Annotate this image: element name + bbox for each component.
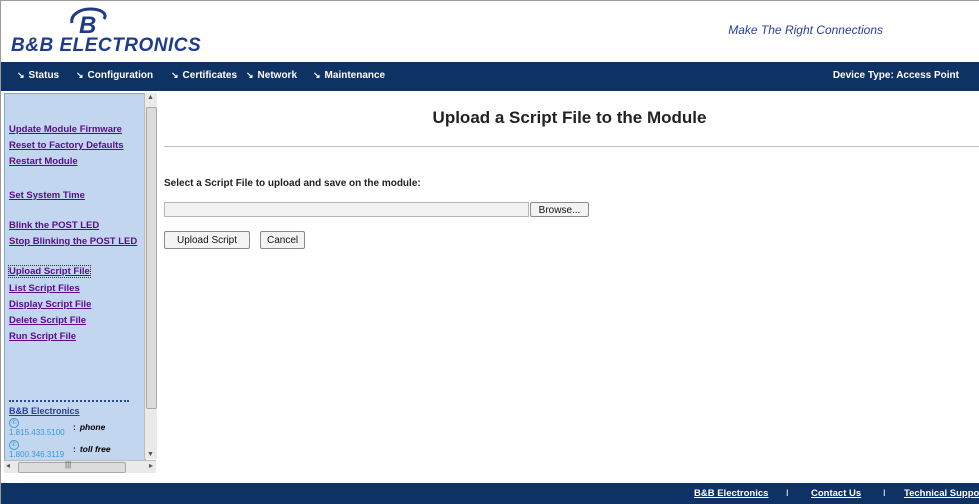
grip-icon: ||| <box>65 460 72 469</box>
chevron-down-icon: ↘ <box>313 70 321 80</box>
upload-script-button[interactable]: Upload Script <box>164 231 250 249</box>
scrollbar-thumb[interactable] <box>146 107 157 409</box>
nav-label: Configuration <box>87 70 154 81</box>
page-header: B B&B ELECTRONICS Make The Right Connect… <box>1 1 979 61</box>
nav-label: Status <box>28 70 60 81</box>
sidebar-vertical-scrollbar[interactable]: ▲ ▼ <box>144 93 157 459</box>
phone-number: 1.815.433.5100 <box>9 428 65 437</box>
sidebar-item-upload-script-file[interactable]: Upload Script File <box>8 265 91 278</box>
logo-wordmark: B&B ELECTRONICS <box>11 35 202 56</box>
footer-link-bb-electronics[interactable]: B&B Electronics <box>694 488 768 499</box>
contact-separator: : <box>73 422 76 432</box>
sidebar-item-reset-defaults[interactable]: Reset to Factory Defaults <box>9 140 124 151</box>
cancel-button[interactable]: Cancel <box>260 231 305 249</box>
chevron-down-icon: ↘ <box>246 70 254 80</box>
page-footer: B&B Electronics I Contact Us I Technical… <box>1 483 979 504</box>
contact-label-text: phone <box>79 422 106 432</box>
page-title: Upload a Script File to the Module <box>432 108 707 127</box>
sidebar-item-run-script-file[interactable]: Run Script File <box>9 331 76 342</box>
upload-instruction: Select a Script File to upload and save … <box>164 178 421 189</box>
main-nav: ↘ Status ↘ Configuration ↘ Certificates ↘ Ne… <box>1 62 979 91</box>
scroll-left-icon[interactable]: ◂ <box>6 461 10 470</box>
phone-label: : phone <box>73 422 105 432</box>
sidebar-divider <box>9 400 129 402</box>
chevron-down-icon: ↘ <box>76 70 84 80</box>
device-type-label: Device Type: Access Point <box>832 70 959 81</box>
svg-text:B: B <box>79 12 96 37</box>
contact-label-text: toll free <box>79 444 111 454</box>
footer-separator: I <box>883 488 886 498</box>
sidebar-item-blink-post-led[interactable]: Blink the POST LED <box>9 220 99 231</box>
footer-link-technical-support[interactable]: Technical Support <box>904 488 979 499</box>
phone-icon: ✆ <box>9 440 19 450</box>
sidebar-item-update-firmware[interactable]: Update Module Firmware <box>9 124 122 135</box>
nav-label: Certificates <box>182 70 238 81</box>
chevron-down-icon: ↘ <box>17 70 25 80</box>
sidebar-item-stop-blink-post-led[interactable]: Stop Blinking the POST LED <box>9 236 137 247</box>
logo-mark-icon: B <box>70 7 107 37</box>
sidebar-item-display-script-file[interactable]: Display Script File <box>9 299 91 310</box>
company-link[interactable]: B&B Electronics <box>9 406 80 416</box>
scrollbar-thumb[interactable]: ||| <box>18 460 126 473</box>
scroll-right-icon[interactable]: ▸ <box>149 461 153 470</box>
contact-toll-free: ✆ 1.800.346.3119 : toll free <box>9 440 111 459</box>
footer-link-contact-us[interactable]: Contact Us <box>811 488 861 499</box>
sidebar-item-list-script-files[interactable]: List Script Files <box>9 283 80 294</box>
script-file-input[interactable] <box>164 202 529 217</box>
sidebar-horizontal-scrollbar[interactable]: ◂ ||| ▸ <box>4 460 156 473</box>
brand-logo[interactable]: B B&B ELECTRONICS <box>11 7 211 59</box>
sidebar: Update Module Firmware Reset to Factory … <box>4 93 146 461</box>
title-divider <box>164 146 979 147</box>
toll-free-label: : toll free <box>73 444 111 454</box>
contact-phone: ✆ 1.815.433.5100 : phone <box>9 418 105 437</box>
contact-separator: : <box>73 444 76 454</box>
nav-label: Maintenance <box>324 70 386 81</box>
scroll-up-icon[interactable]: ▲ <box>147 94 154 101</box>
nav-configuration[interactable]: ↘ Configuration <box>76 70 153 81</box>
footer-separator: I <box>786 488 789 498</box>
scroll-down-icon[interactable]: ▼ <box>147 451 154 458</box>
sidebar-item-delete-script-file[interactable]: Delete Script File <box>9 315 86 326</box>
toll-free-number: 1.800.346.3119 <box>9 450 65 459</box>
nav-maintenance[interactable]: ↘ Maintenance <box>313 70 385 81</box>
sidebar-item-restart-module[interactable]: Restart Module <box>9 156 78 167</box>
nav-label: Network <box>257 70 297 81</box>
phone-icon: ✆ <box>9 418 19 428</box>
browse-button[interactable]: Browse... <box>530 202 589 217</box>
sidebar-item-set-system-time[interactable]: Set System Time <box>9 190 85 201</box>
nav-network[interactable]: ↘ Network <box>246 70 297 81</box>
tagline: Make The Right Connections <box>728 23 883 37</box>
nav-status[interactable]: ↘ Status <box>17 70 59 81</box>
nav-certificates[interactable]: ↘ Certificates <box>171 70 237 81</box>
chevron-down-icon: ↘ <box>171 70 179 80</box>
